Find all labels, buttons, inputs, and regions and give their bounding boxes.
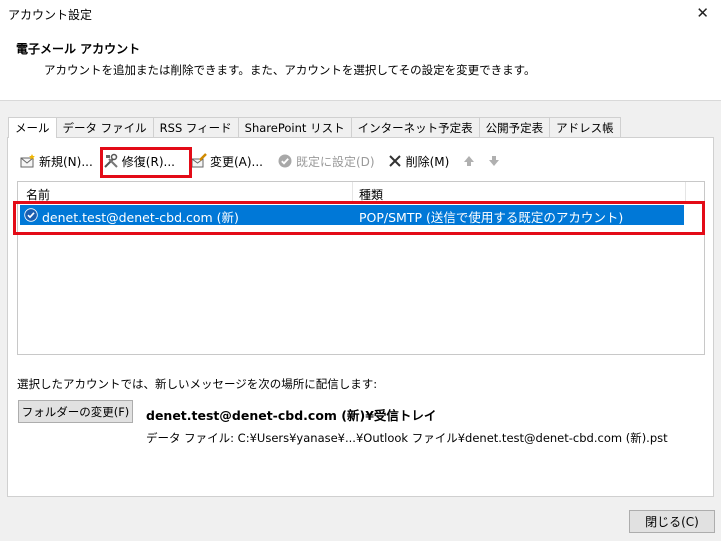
move-up-button[interactable] xyxy=(459,150,482,172)
tab-mail[interactable]: メール xyxy=(8,117,57,138)
delivery-folder: denet.test@denet-cbd.com (新)¥受信トレイ xyxy=(146,408,437,423)
repair-account-label: 修復(R)... xyxy=(121,154,175,169)
new-account-label: 新規(N)... xyxy=(39,154,93,169)
account-name: denet.test@denet-cbd.com (新) xyxy=(42,210,239,225)
tools-icon xyxy=(103,153,119,169)
account-toolbar: 新規(N)... 修復(R)... 変更(A)... 既定に設定(D) 削除(M… xyxy=(16,150,509,172)
column-name-header[interactable]: 名前 xyxy=(26,186,50,203)
close-icon[interactable]: ✕ xyxy=(696,4,709,22)
account-list[interactable]: 名前 種類 denet.test@denet-cbd.com (新) POP/S… xyxy=(17,181,705,355)
set-default-label: 既定に設定(D) xyxy=(295,154,375,169)
tab-rss-feeds[interactable]: RSS フィード xyxy=(152,117,239,137)
move-down-button[interactable] xyxy=(484,150,507,172)
tab-bar: メール データ ファイル RSS フィード SharePoint リスト インタ… xyxy=(8,117,621,138)
window-title: アカウント設定 xyxy=(8,8,93,22)
change-folder-button[interactable]: フォルダーの変更(F) xyxy=(18,400,133,423)
column-type-header[interactable]: 種類 xyxy=(359,186,383,203)
tab-sharepoint-lists[interactable]: SharePoint リスト xyxy=(237,117,352,137)
change-account-button[interactable]: 変更(A)... xyxy=(187,150,267,172)
new-mail-icon xyxy=(20,153,36,169)
repair-account-button[interactable]: 修復(R)... xyxy=(99,150,179,172)
delivery-description: 選択したアカウントでは、新しいメッセージを次の場所に配信します: xyxy=(17,377,378,391)
tab-data-files[interactable]: データ ファイル xyxy=(55,117,154,137)
arrow-down-icon xyxy=(486,153,502,169)
header-title: 電子メール アカウント xyxy=(16,42,141,56)
mail-tab-panel: 新規(N)... 修復(R)... 変更(A)... 既定に設定(D) 削除(M… xyxy=(7,137,714,497)
new-account-button[interactable]: 新規(N)... xyxy=(16,150,97,172)
account-row[interactable]: denet.test@denet-cbd.com (新) POP/SMTP (送… xyxy=(20,205,684,225)
header-description: アカウントを追加または削除できます。また、アカウントを選択してその設定を変更でき… xyxy=(44,63,536,77)
tab-published-calendars[interactable]: 公開予定表 xyxy=(478,117,551,137)
change-account-label: 変更(A)... xyxy=(209,154,263,169)
arrow-up-icon xyxy=(461,153,477,169)
close-button[interactable]: 閉じる(C) xyxy=(629,510,715,533)
check-circle-icon xyxy=(277,153,293,169)
column-divider[interactable] xyxy=(685,182,686,204)
set-default-button[interactable]: 既定に設定(D) xyxy=(273,150,379,172)
default-account-check-icon xyxy=(24,208,38,222)
account-list-header: 名前 種類 xyxy=(18,182,704,204)
tab-address-books[interactable]: アドレス帳 xyxy=(549,117,621,137)
title-bar: アカウント設定 ✕ xyxy=(0,0,721,28)
data-file-path: データ ファイル: C:¥Users¥yanase¥...¥Outlook ファ… xyxy=(146,431,668,445)
dialog-header: 電子メール アカウント アカウントを追加または削除できます。また、アカウントを選… xyxy=(0,28,721,101)
edit-mail-icon xyxy=(191,153,207,169)
delete-account-label: 削除(M) xyxy=(405,154,450,169)
delete-account-button[interactable]: 削除(M) xyxy=(383,150,454,172)
account-type: POP/SMTP (送信で使用する既定のアカウント) xyxy=(359,210,624,225)
column-divider[interactable] xyxy=(352,182,353,204)
delete-x-icon xyxy=(387,153,403,169)
tab-internet-calendars[interactable]: インターネット予定表 xyxy=(350,117,480,137)
